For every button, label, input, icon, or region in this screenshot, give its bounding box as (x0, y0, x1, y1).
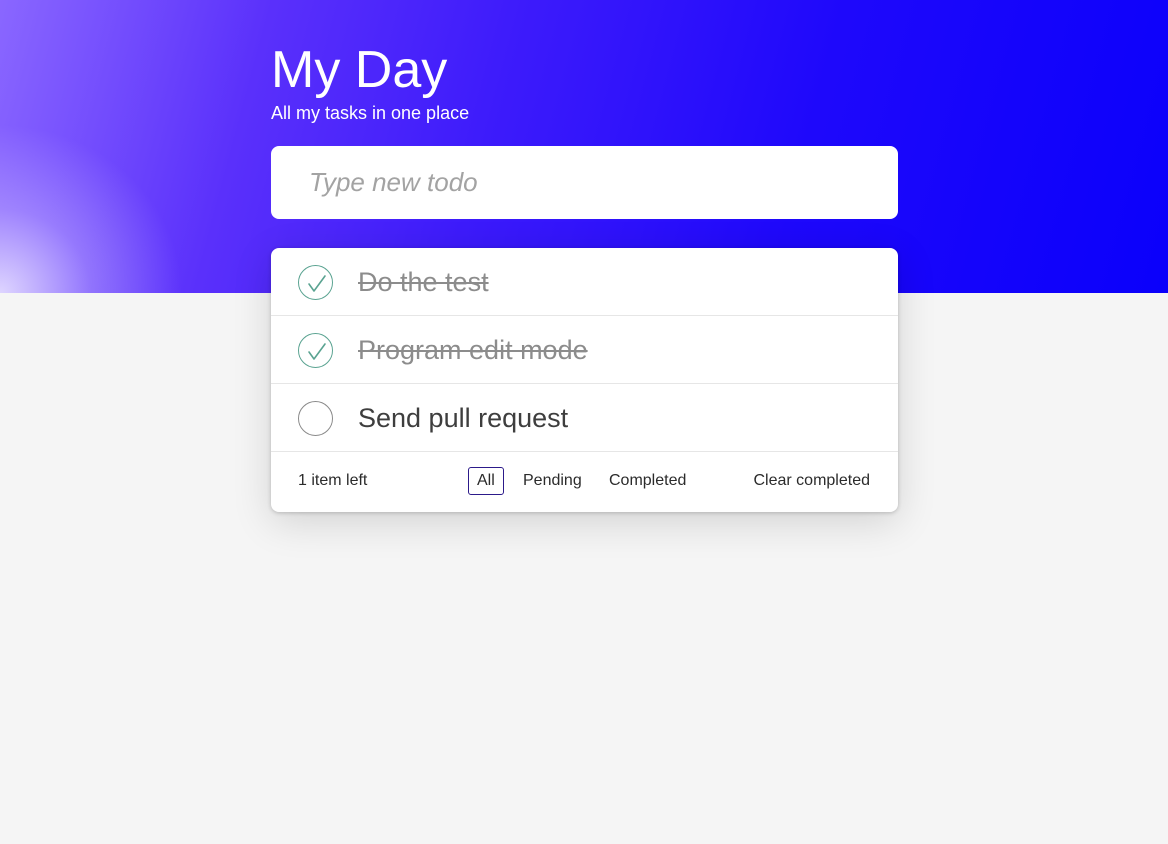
page-subtitle: All my tasks in one place (271, 103, 470, 123)
new-todo-input[interactable] (271, 146, 898, 219)
empty-circle-icon[interactable] (298, 401, 333, 436)
clear-completed-button[interactable]: Clear completed (754, 452, 871, 510)
filter-completed-button[interactable]: Completed (600, 467, 695, 495)
items-left-count: 1 item left (298, 472, 368, 489)
page-title: My Day (271, 41, 448, 99)
todo-label: Program edit mode (358, 335, 588, 365)
todo-label: Send pull request (358, 403, 569, 433)
check-circle-icon[interactable] (298, 265, 333, 300)
todo-item[interactable]: Do the test (271, 248, 898, 316)
todo-list-card: Do the test Program edit mode Send pull … (271, 248, 898, 512)
check-circle-icon[interactable] (298, 333, 333, 368)
filter-all-button[interactable]: All (468, 467, 504, 495)
todo-footer: 1 item left All Pending Completed Clear … (271, 452, 898, 512)
filter-pending-button[interactable]: Pending (514, 467, 591, 495)
todo-item[interactable]: Program edit mode (271, 316, 898, 384)
todo-item[interactable]: Send pull request (271, 384, 898, 452)
todo-label: Do the test (358, 267, 489, 297)
